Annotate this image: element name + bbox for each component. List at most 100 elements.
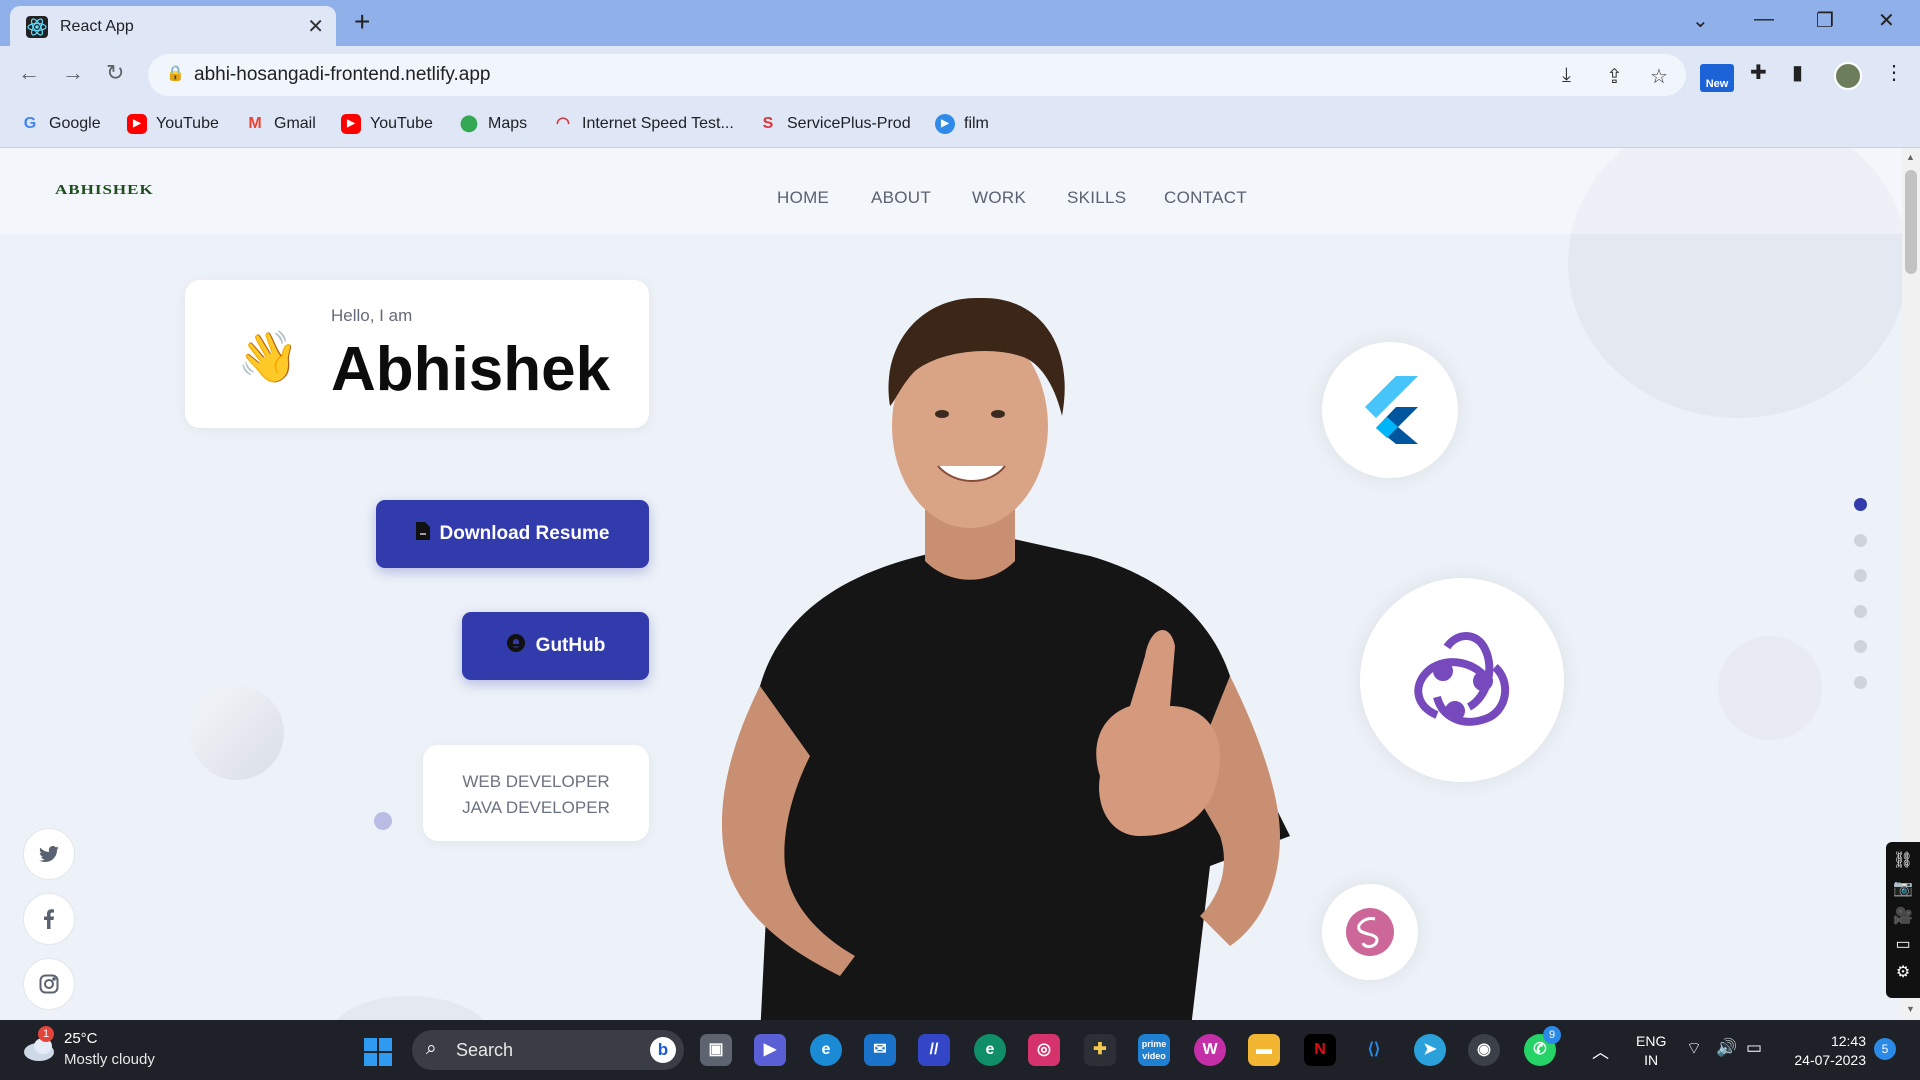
serviceplus-icon: S [762, 115, 774, 132]
google-icon: G [23, 115, 37, 132]
section-dot-contact[interactable] [1854, 676, 1867, 689]
twitter-icon[interactable] [23, 828, 75, 880]
scroll-down-arrow-icon[interactable]: ▼ [1906, 1004, 1915, 1014]
nav-skills[interactable]: SKILLS [1067, 188, 1126, 208]
notification-count-badge[interactable]: 5 [1874, 1038, 1896, 1060]
section-dot-testimonials[interactable] [1854, 640, 1867, 653]
instagram-icon[interactable] [23, 958, 75, 1010]
game-app-icon[interactable]: ✚ [1084, 1034, 1116, 1066]
section-dot-about[interactable] [1854, 534, 1867, 547]
facebook-icon[interactable] [23, 893, 75, 945]
github-button[interactable]: GutHub [462, 612, 649, 680]
telegram-icon[interactable]: ➤ [1414, 1034, 1446, 1066]
weather-temperature[interactable]: 25°C [64, 1030, 98, 1047]
edge-icon[interactable]: e [810, 1034, 842, 1066]
bookmark-label: YouTube [156, 115, 219, 132]
section-dot-work[interactable] [1854, 569, 1867, 582]
bookmark-star-icon[interactable]: ☆ [1650, 64, 1668, 89]
wps-office-icon[interactable]: W [1194, 1034, 1226, 1066]
document-icon [415, 522, 430, 546]
nav-home[interactable]: HOME [777, 188, 829, 208]
profile-avatar[interactable] [1834, 62, 1862, 90]
nav-work[interactable]: WORK [972, 188, 1026, 208]
search-placeholder: Search [456, 1040, 514, 1060]
bookmark-label: Maps [488, 115, 528, 132]
search-icon: ⌕ [426, 1038, 437, 1059]
language-indicator[interactable]: ENG IN [1636, 1032, 1666, 1070]
system-clock[interactable]: 12:43 24-07-2023 [1786, 1032, 1866, 1070]
new-tab-button[interactable]: + [354, 6, 370, 38]
nav-about[interactable]: ABOUT [871, 188, 931, 208]
edge-beta-icon[interactable]: e [974, 1034, 1006, 1066]
url-text[interactable]: abhi-hosangadi-frontend.netlify.app [194, 64, 490, 86]
extension-new-badge[interactable]: New [1700, 64, 1734, 92]
forward-button[interactable]: → [62, 60, 84, 86]
menu-kebab-icon[interactable]: ⋮ [1884, 60, 1904, 85]
netflix-icon[interactable]: N [1304, 1034, 1336, 1066]
settings-gear-icon[interactable]: ⚙ [1886, 962, 1920, 982]
maps-icon: ⬤ [460, 115, 478, 132]
share-icon[interactable]: ⇪ [1606, 64, 1623, 89]
scroll-up-arrow-icon[interactable]: ▲ [1906, 152, 1915, 162]
install-app-icon[interactable]: ⤓ [1562, 64, 1571, 87]
reload-button[interactable]: ↻ [106, 60, 124, 86]
show-hidden-icons-chevron-icon[interactable]: ︿ [1592, 1038, 1609, 1063]
region-code: IN [1644, 1052, 1659, 1068]
back-button[interactable]: ← [18, 60, 40, 86]
browser-tab[interactable]: React App ✕ [10, 6, 336, 46]
wifi-icon[interactable]: ⌔ [1686, 1038, 1702, 1059]
greeting-card: 👋 Hello, I am Abhishek [185, 280, 649, 428]
link-icon[interactable]: ⛓ [1886, 850, 1920, 870]
bookmark-youtube-2[interactable]: ▶ YouTube [341, 114, 433, 134]
editor-app-icon[interactable]: // [918, 1034, 950, 1066]
speedtest-icon: ◠ [556, 115, 570, 132]
bookmark-film[interactable]: ▶ film [935, 114, 989, 134]
bookmark-speedtest[interactable]: ◠ Internet Speed Test... [553, 114, 734, 134]
bookmark-label: film [964, 115, 989, 132]
role-web-developer: WEB DEVELOPER [462, 772, 610, 791]
side-panel-icon[interactable]: ▮ [1792, 60, 1803, 85]
bookmark-youtube[interactable]: ▶ YouTube [127, 114, 219, 134]
nav-contact[interactable]: CONTACT [1164, 188, 1247, 208]
window-icon[interactable]: ▭ [1886, 934, 1920, 954]
address-bar[interactable]: 🔒 abhi-hosangadi-frontend.netlify.app ⤓ … [148, 54, 1686, 96]
play-icon: ▶ [935, 114, 955, 134]
battery-icon[interactable]: ▭ [1746, 1038, 1762, 1058]
camera-icon[interactable]: 📷 [1886, 878, 1920, 898]
tab-search-icon[interactable]: ⌄ [1692, 8, 1709, 33]
windows-start-icon[interactable] [364, 1038, 392, 1066]
volume-icon[interactable]: 🔊 [1716, 1038, 1737, 1058]
teams-meet-icon[interactable]: ▶ [754, 1034, 786, 1066]
taskbar-search[interactable]: ⌕ Search b [412, 1030, 684, 1070]
weather-description[interactable]: Mostly cloudy [64, 1051, 155, 1068]
prime-video-icon[interactable]: prime video [1138, 1034, 1170, 1066]
minimize-button[interactable]: — [1754, 8, 1774, 31]
clock-time: 12:43 [1830, 1033, 1866, 1049]
bing-icon[interactable]: b [650, 1037, 676, 1063]
file-explorer-icon[interactable]: ▬ [1248, 1034, 1280, 1066]
video-camera-icon[interactable]: 🎥 [1886, 906, 1920, 926]
scrollbar-thumb[interactable] [1905, 170, 1917, 274]
site-logo[interactable]: ABHISHEK [55, 182, 154, 198]
section-dot-skills[interactable] [1854, 605, 1867, 618]
instagram-app-icon[interactable]: ◎ [1028, 1034, 1060, 1066]
restore-button[interactable]: ❐ [1816, 8, 1834, 33]
vscode-icon[interactable]: ⟨⟩ [1358, 1034, 1390, 1066]
bookmark-label: YouTube [370, 115, 433, 132]
task-view-icon[interactable]: ▣ [700, 1034, 732, 1066]
decorative-circle [1718, 636, 1822, 740]
bookmark-label: Internet Speed Test... [582, 115, 734, 132]
bookmark-maps[interactable]: ⬤ Maps [459, 114, 527, 134]
mail-icon[interactable]: ✉ [864, 1034, 896, 1066]
lock-icon[interactable]: 🔒 [166, 64, 185, 82]
extensions-puzzle-icon[interactable]: ✚ [1750, 60, 1767, 85]
download-resume-button[interactable]: Download Resume [376, 500, 649, 568]
decorative-circle [190, 686, 284, 780]
bookmark-google[interactable]: G Google [20, 114, 101, 134]
bookmark-gmail[interactable]: M Gmail [245, 114, 315, 134]
bookmark-serviceplus[interactable]: S ServicePlus-Prod [758, 114, 911, 134]
section-dot-home[interactable] [1854, 498, 1867, 511]
close-tab-icon[interactable]: ✕ [307, 14, 324, 39]
close-window-button[interactable]: ✕ [1878, 8, 1895, 33]
chrome-icon[interactable]: ◉ [1468, 1034, 1500, 1066]
